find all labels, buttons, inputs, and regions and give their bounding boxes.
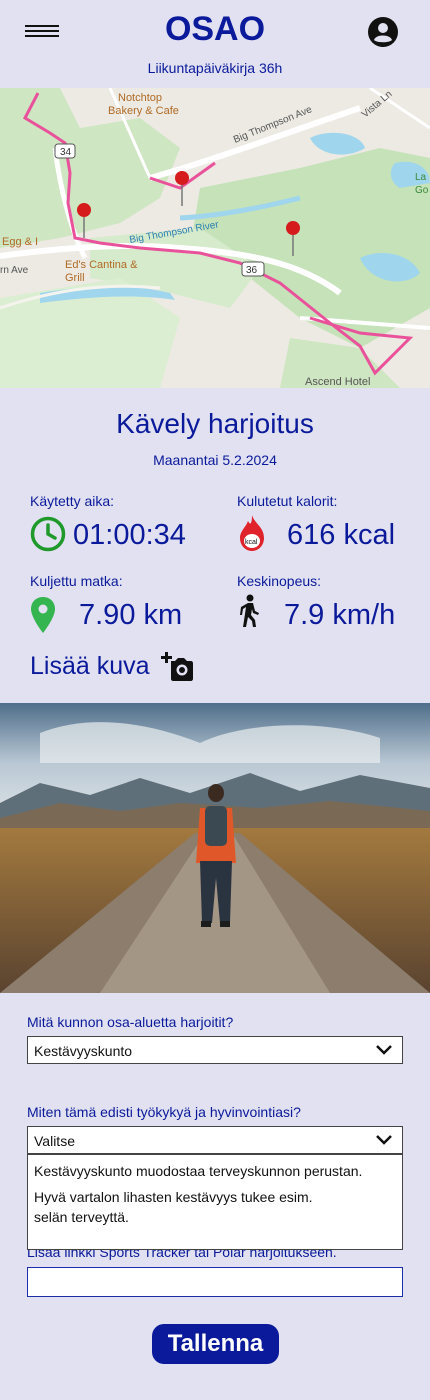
map-label-eds: Ed's Cantina & (65, 259, 138, 271)
map-label-grill: Grill (65, 272, 85, 284)
fitness-area-select[interactable]: Kestävyyskunto (27, 1036, 403, 1064)
landscape-photo (0, 703, 430, 993)
map-label-rn-ave: rn Ave (0, 265, 29, 276)
calories-value: 616 kcal (287, 519, 396, 551)
speed-label: Keskinopeus: (237, 573, 322, 589)
add-photo-label[interactable]: Lisää kuva (30, 652, 150, 681)
clock-icon (30, 516, 66, 552)
map-label-ascend: Ascend Hotel (305, 376, 370, 388)
route-34-label: 34 (60, 147, 72, 158)
route-map[interactable]: 34 36 Notchtop Bakery & Cafe Big Thompso… (0, 88, 430, 388)
map-canvas: 34 36 Notchtop Bakery & Cafe Big Thompso… (0, 88, 430, 388)
add-photo-camera-icon[interactable] (161, 652, 193, 682)
app-subtitle: Liikuntapäiväkirja 36h (147, 60, 283, 76)
fire-icon: kcal (240, 515, 264, 551)
wellbeing-select[interactable]: Valitse (27, 1126, 403, 1154)
map-label-egg: Egg & I (2, 236, 38, 248)
distance-value: 7.90 km (79, 599, 183, 631)
time-value: 01:00:34 (73, 519, 186, 551)
question-2-label: Miten tämä edisti työkykyä ja hyvinvoint… (27, 1104, 301, 1120)
map-label-lake: La (415, 172, 427, 183)
speed-value: 7.9 km/h (284, 599, 396, 631)
map-label-notchtop: Notchtop (118, 92, 162, 104)
wellbeing-options-list: Kestävyyskunto muodostaa terveyskunnon p… (27, 1154, 403, 1250)
save-button[interactable]: Tallenna (152, 1324, 279, 1364)
calories-label: Kulutetut kalorit: (237, 493, 338, 509)
location-pin-icon (31, 597, 55, 633)
chevron-down-icon (376, 1135, 392, 1145)
header: OSAO Liikuntapäiväkirja 36h (0, 0, 430, 88)
question-1-label: Mitä kunnon osa-aluetta harjoitit? (27, 1014, 234, 1030)
walking-icon (240, 594, 259, 627)
time-label: Käytetty aika: (30, 493, 115, 509)
distance-label: Kuljettu matka: (30, 573, 123, 589)
map-label-lake2: Go (415, 185, 429, 196)
link-input[interactable] (27, 1267, 403, 1297)
chevron-down-icon (376, 1045, 392, 1055)
map-label-bakery: Bakery & Cafe (108, 105, 179, 117)
workout-photo (0, 703, 430, 993)
fire-icon-text: kcal (245, 539, 258, 546)
dropdown-option[interactable]: Hyvä vartalon lihasten kestävyys tukee e… (34, 1187, 344, 1227)
workout-date: Maanantai 5.2.2024 (153, 452, 277, 468)
workout-title: Kävely harjoitus (116, 408, 314, 439)
wellbeing-value: Valitse (34, 1133, 75, 1149)
account-circle-icon[interactable] (367, 16, 399, 48)
dropdown-option[interactable]: Kestävyyskunto muodostaa terveyskunnon p… (34, 1161, 394, 1181)
app-title: OSAO (164, 10, 266, 48)
route-36-label: 36 (246, 265, 258, 276)
fitness-area-value: Kestävyyskunto (34, 1043, 133, 1059)
